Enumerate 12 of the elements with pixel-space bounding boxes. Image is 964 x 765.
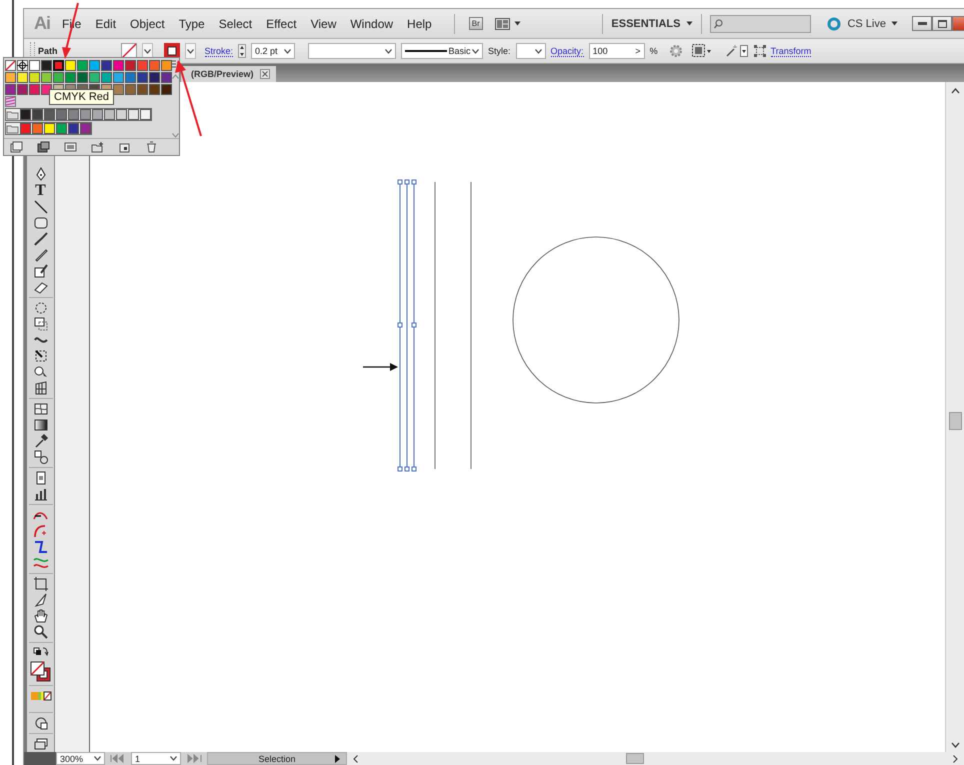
opacity-value: 100 [592, 46, 608, 56]
stroke-weight-value: 0.2 pt [255, 46, 278, 56]
swatch-tooltip: CMYK Red [49, 89, 114, 105]
percent-label: % [650, 46, 658, 56]
current-tool-label: Selection [258, 754, 296, 764]
style-label: Style: [488, 46, 511, 56]
zoom-value: 300% [60, 754, 84, 764]
app-logo: Ai [34, 13, 50, 34]
selection-type-label: Path [38, 46, 58, 56]
brush-name: Basic [448, 46, 471, 56]
artboard-number: 1 [135, 754, 140, 764]
document-title: (RGB/Preview) [191, 69, 254, 79]
